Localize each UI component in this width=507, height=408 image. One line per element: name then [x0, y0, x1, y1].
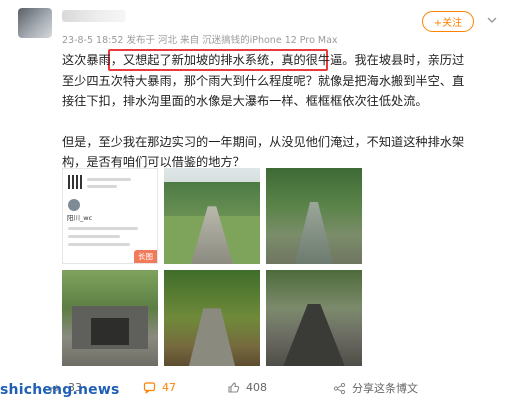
paragraph-1-start: 这次暴雨，	[62, 53, 123, 67]
from-label: 来自	[180, 35, 200, 46]
post-paragraph-1: 这次暴雨，又想起了新加坡的排水系统，真的很牛逼。我在坡县时，亲历过至少四五次特大…	[62, 50, 472, 112]
image-thumb-3[interactable]	[266, 168, 362, 264]
post-header: 23-8-5 18:52 发布于 河北 来自 沉迷搞钱的iPhone 12 Pr…	[0, 0, 507, 50]
card-line	[87, 185, 117, 188]
paragraph-1-highlight: 又想起了新加坡的排水系统，真的很牛逼。	[122, 53, 355, 67]
card-line	[68, 243, 130, 246]
image-thumb-1[interactable]: 阳川_wc 长图	[62, 168, 158, 264]
comment-icon	[142, 380, 156, 394]
image-thumb-2[interactable]	[164, 168, 260, 264]
card-name: 阳川_wc	[67, 214, 93, 222]
comment-count: 47	[162, 380, 176, 394]
repost-icon	[332, 381, 346, 395]
avatar[interactable]	[18, 8, 52, 38]
image-thumb-5[interactable]	[164, 270, 260, 366]
qr-code-icon	[68, 175, 82, 189]
image-grid: 阳川_wc 长图	[62, 168, 362, 382]
card-line	[87, 178, 131, 181]
post-paragraph-2: 但是，至少我在那边实习的一年期间，从没见他们淹过，不知道这种排水架构，是否有咱们…	[62, 134, 465, 170]
share-to-post-action[interactable]: 分享这条博文	[332, 380, 418, 396]
like-action[interactable]: 408	[226, 380, 267, 394]
image-thumb-6[interactable]	[266, 270, 362, 366]
card-line	[68, 227, 138, 230]
post-date: 23-8-5 18:52	[62, 35, 124, 46]
more-menu-icon[interactable]	[485, 10, 499, 30]
card-line	[68, 235, 120, 238]
like-count: 408	[246, 380, 267, 394]
post-meta: 23-8-5 18:52 发布于 河北 来自 沉迷搞钱的iPhone 12 Pr…	[62, 32, 338, 46]
post-device: 沉迷搞钱的iPhone 12 Pro Max	[202, 35, 338, 46]
published-prefix: 发布于	[126, 35, 155, 46]
card-avatar	[68, 199, 80, 211]
thumbs-up-icon	[226, 380, 240, 394]
blurred-username[interactable]	[62, 10, 126, 22]
follow-button[interactable]: +关注	[422, 11, 474, 32]
share-to-post-label: 分享这条博文	[352, 382, 418, 395]
long-image-badge: 长图	[134, 250, 157, 263]
comment-action[interactable]: 47	[142, 380, 176, 394]
post-location: 河北	[158, 35, 178, 46]
image-thumb-4[interactable]	[62, 270, 158, 366]
site-watermark: shicheng.news	[0, 382, 120, 398]
